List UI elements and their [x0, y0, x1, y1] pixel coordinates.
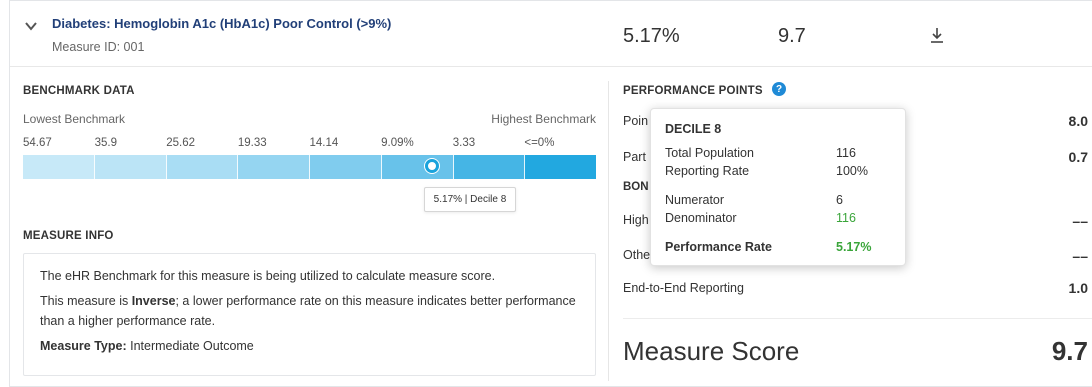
points-row-label: Poin — [623, 114, 649, 128]
points-row-value: 8.0 — [1068, 113, 1088, 129]
benchmark-tick-label: 25.62 — [166, 137, 196, 149]
highest-benchmark-label: Highest Benchmark — [491, 112, 596, 126]
lowest-benchmark-label: Lowest Benchmark — [23, 112, 126, 126]
measure-info-box: The eHR Benchmark for this measure is be… — [23, 253, 596, 376]
inverse-text-prefix: This measure is — [40, 294, 132, 309]
header-measure-score: 9.7 — [778, 25, 806, 47]
benchmark-section-title: BENCHMARK DATA — [23, 85, 135, 97]
inverse-text-bold: Inverse — [131, 294, 176, 309]
denominator-label: Denominator — [665, 211, 737, 225]
other-row-label: Othe — [623, 248, 651, 262]
benchmark-tick-label: <=0% — [524, 137, 555, 149]
measure-id: Measure ID: 001 — [52, 40, 145, 54]
column-divider — [608, 81, 609, 381]
benchmark-tick-label: 54.67 — [23, 137, 52, 149]
decile-popup: DECILE 8 Total Population 116 Reporting … — [650, 108, 906, 266]
header-performance-rate: 5.17% — [623, 25, 680, 47]
chevron-down-icon[interactable] — [24, 19, 38, 33]
benchmark-tick-label: 3.33 — [452, 137, 476, 149]
end-to-end-reporting-label: End-to-End Reporting — [623, 281, 744, 295]
other-row-value: –– — [1072, 248, 1088, 264]
benchmark-tick-label: 35.9 — [94, 137, 118, 149]
measure-header: Diabetes: Hemoglobin A1c (HbA1c) Poor Co… — [10, 1, 1092, 67]
measure-score-label: Measure Score — [623, 336, 800, 366]
benchmark-decile-segment — [94, 155, 167, 179]
measure-info-inverse-text: This measure is Inverse; a lower perform… — [40, 292, 579, 331]
numerator-label: Numerator — [665, 193, 725, 207]
benchmark-decile-segment — [166, 155, 239, 179]
performance-rate-label: Performance Rate — [665, 240, 772, 254]
numerator-value: 6 — [836, 193, 843, 207]
decile-marker[interactable] — [425, 159, 439, 173]
total-population-value: 116 — [836, 146, 856, 160]
download-icon[interactable] — [928, 26, 946, 46]
high-priority-row-label: High — [623, 213, 649, 227]
benchmark-decile-segment — [310, 155, 382, 179]
end-to-end-reporting-value: 1.0 — [1068, 280, 1088, 296]
reporting-rate-value: 100% — [836, 164, 868, 178]
denominator-value: 116 — [836, 211, 856, 225]
performance-points-title: PERFORMANCE POINTS — [623, 85, 763, 97]
benchmark-decile-segment — [525, 155, 596, 179]
total-population-label: Total Population — [665, 146, 754, 160]
measure-info-benchmark-text: The eHR Benchmark for this measure is be… — [40, 269, 496, 283]
reporting-rate-label: Reporting Rate — [665, 164, 750, 178]
score-divider — [623, 318, 1092, 319]
decile-marker-label: 5.17% | Decile 8 — [424, 187, 516, 212]
partial-row-label: Part — [623, 150, 646, 164]
measure-score-value: 9.7 — [1051, 336, 1088, 366]
benchmark-decile-segment — [381, 155, 454, 179]
measure-title[interactable]: Diabetes: Hemoglobin A1c (HbA1c) Poor Co… — [52, 16, 391, 31]
measure-type-label: Measure Type: — [40, 339, 127, 354]
high-priority-row-value: –– — [1072, 213, 1088, 229]
performance-rate-value: 5.17% — [836, 240, 872, 254]
partial-row-value: 0.7 — [1068, 149, 1088, 165]
measure-info-section-title: MEASURE INFO — [23, 230, 114, 242]
benchmark-decile-segment — [238, 155, 310, 179]
measure-type: Measure Type: Intermediate Outcome — [40, 337, 579, 356]
benchmark-decile-segment — [23, 155, 95, 179]
benchmark-tick-label: 19.33 — [237, 137, 267, 149]
bonus-section-label: BON — [623, 181, 649, 193]
measure-type-value: Intermediate Outcome — [130, 339, 254, 354]
benchmark-tick-label: 9.09% — [381, 137, 414, 149]
measure-card: Diabetes: Hemoglobin A1c (HbA1c) Poor Co… — [9, 0, 1092, 387]
popup-title: DECILE 8 — [665, 122, 722, 136]
benchmark-decile-bar — [23, 155, 596, 179]
benchmark-tick-label: 14.14 — [309, 137, 339, 149]
benchmark-decile-segment — [453, 155, 526, 179]
help-icon[interactable]: ? — [772, 82, 786, 96]
